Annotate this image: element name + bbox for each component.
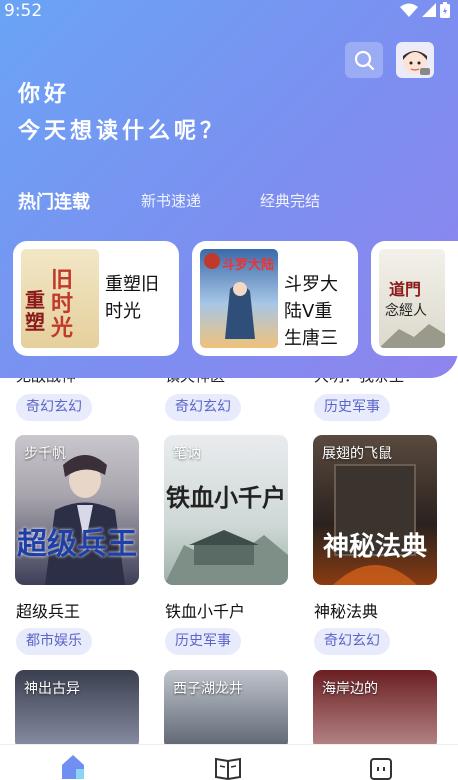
header: 9:52 你好 今天想读什么呢？ 热门连载 新书速递 经典完结 旧 重 时 塑 …	[0, 0, 458, 378]
cover-author: 西子湖龙井	[173, 681, 243, 697]
svg-text:光: 光	[50, 315, 73, 341]
profile-icon	[370, 758, 392, 780]
genre-tag[interactable]: 历史军事	[314, 394, 390, 421]
svg-text:重: 重	[25, 288, 45, 312]
bottom-nav	[0, 744, 458, 780]
cover-art: 旧 重 时 塑 光	[25, 267, 73, 341]
genre-tag[interactable]: 奇幻玄幻	[16, 394, 92, 421]
svg-text:道門: 道門	[389, 280, 421, 299]
status-icons	[400, 2, 450, 18]
nav-profile[interactable]	[366, 751, 396, 780]
cover-title-art: 神秘法典	[322, 532, 427, 562]
svg-text:斗罗大陆: 斗罗大陆	[222, 257, 274, 273]
home-icon	[62, 755, 84, 779]
featured-cover: 旧 重 时 塑 光	[21, 249, 99, 348]
bookshelf-icon	[215, 757, 241, 780]
nav-bookshelf[interactable]	[213, 751, 243, 780]
featured-title: 斗罗大陆V重生唐三	[284, 274, 338, 349]
book-title[interactable]: 铁血小千户	[165, 598, 245, 622]
genre-tag[interactable]: 奇幻玄幻	[165, 394, 241, 421]
cover-author: 笔讷	[173, 446, 201, 462]
search-button[interactable]	[345, 42, 383, 78]
cover-author: 展翅的飞鼠	[322, 446, 392, 462]
svg-text:塑: 塑	[25, 310, 45, 334]
svg-text:念經人: 念經人	[385, 302, 427, 319]
featured-card[interactable]: 斗罗大陆 斗罗大陆V重生唐三	[192, 241, 358, 356]
featured-cover: 斗罗大陆	[200, 249, 278, 348]
book-cover[interactable]: 笔讷 铁血小千户	[164, 435, 288, 585]
svg-text:时: 时	[51, 291, 73, 317]
featured-card[interactable]: 道門 念經人	[371, 241, 458, 356]
cover-author: 神出古异	[24, 681, 80, 697]
book-cover[interactable]: 展翅的飞鼠 神秘法典	[313, 435, 437, 585]
status-time: 9:52	[4, 1, 43, 21]
book-cover[interactable]: 步千帆 超级兵王	[15, 435, 139, 585]
genre-tag[interactable]: 历史军事	[165, 628, 241, 655]
search-icon	[354, 50, 375, 71]
featured-cover: 道門 念經人	[379, 249, 445, 348]
featured-title: 重塑旧时光	[105, 274, 159, 322]
cover-title-art: 铁血小千户	[166, 484, 286, 512]
tab-hot-serial[interactable]: 热门连载	[18, 188, 90, 214]
tab-new-books[interactable]: 新书速递	[141, 190, 201, 211]
genre-tag[interactable]: 奇幻玄幻	[314, 628, 390, 655]
book-title[interactable]: 超级兵王	[16, 598, 80, 622]
book-cover[interactable]: 神出古异	[15, 670, 139, 750]
tab-classic-finished[interactable]: 经典完结	[260, 190, 320, 211]
avatar[interactable]	[396, 42, 434, 78]
cover-art: 道門 念經人	[379, 280, 445, 348]
cover-author: 步千帆	[24, 446, 66, 462]
cover-title-art: 超级兵王	[17, 527, 137, 562]
book-title[interactable]: 神秘法典	[314, 598, 378, 622]
greeting-line1: 你好	[18, 82, 71, 107]
cover-author: 海岸边的	[322, 681, 378, 697]
nav-home[interactable]	[58, 751, 88, 780]
battery-icon	[440, 2, 450, 18]
greeting-line2: 今天想读什么呢？	[18, 119, 227, 144]
signal-icon	[422, 3, 436, 17]
svg-text:旧: 旧	[51, 267, 73, 293]
book-cover[interactable]: 海岸边的	[313, 670, 437, 750]
book-cover[interactable]: 西子湖龙井	[164, 670, 288, 750]
avatar-icon	[403, 50, 430, 75]
featured-card[interactable]: 旧 重 时 塑 光 重塑旧时光	[13, 241, 179, 356]
wifi-icon	[400, 3, 418, 17]
cover-art: 斗罗大陆	[204, 253, 274, 339]
genre-tag[interactable]: 都市娱乐	[16, 628, 92, 655]
